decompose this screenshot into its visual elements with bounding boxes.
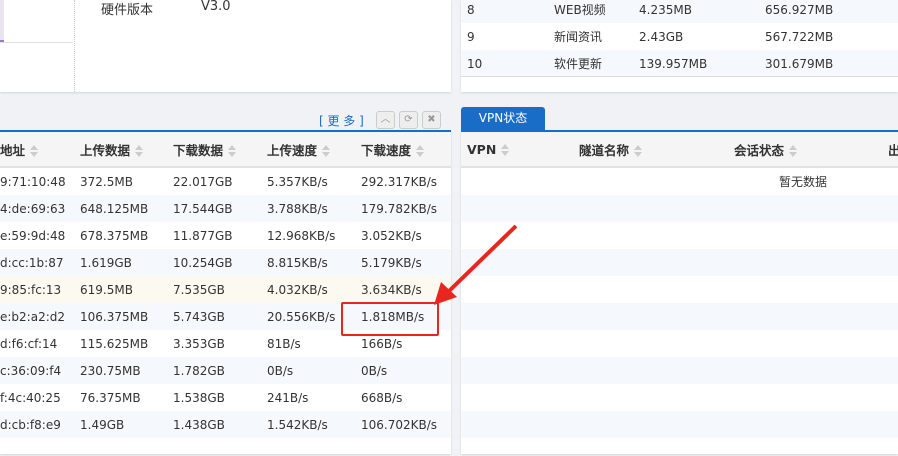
annotation-arrow-icon: [434, 224, 518, 305]
